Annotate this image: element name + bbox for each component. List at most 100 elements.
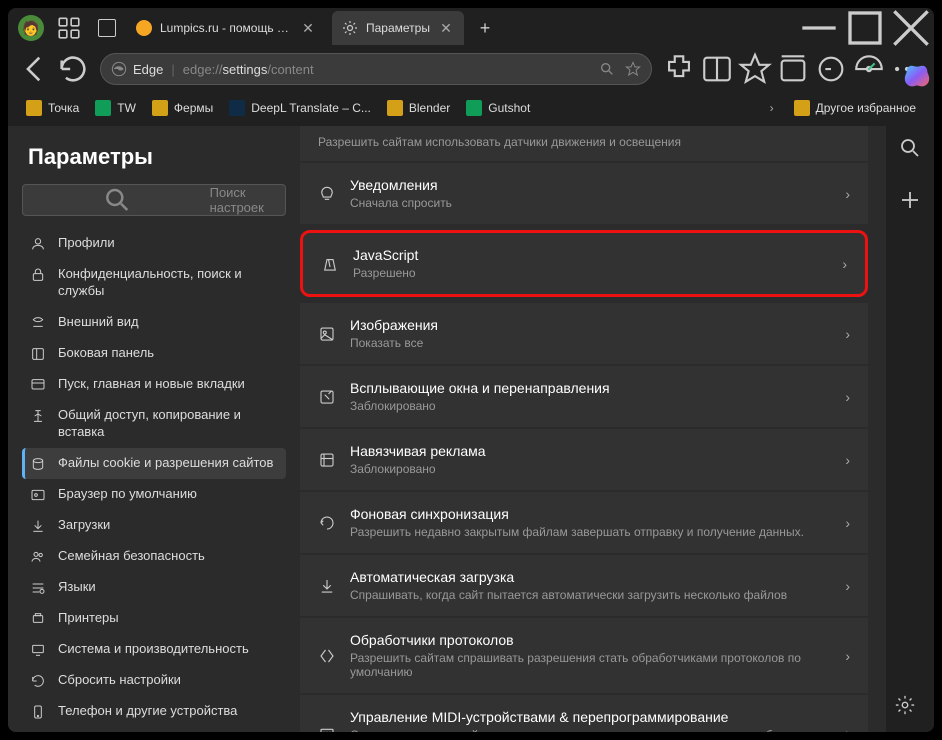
chevron-right-icon: › bbox=[845, 389, 850, 405]
tab-settings[interactable]: Параметры ✕ bbox=[332, 11, 464, 45]
settings-search-input[interactable]: Поиск настроек bbox=[22, 184, 286, 216]
nav-label: Система и производительность bbox=[58, 641, 249, 658]
sidebar-item[interactable]: Загрузки bbox=[22, 510, 286, 541]
nav-label: Браузер по умолчанию bbox=[58, 486, 197, 503]
nav-icon bbox=[30, 456, 46, 472]
setting-icon bbox=[318, 388, 336, 406]
bookmark-item[interactable]: Фермы bbox=[146, 96, 219, 120]
back-button[interactable] bbox=[18, 52, 52, 86]
setting-row[interactable]: Всплывающие окна и перенаправления Заблок… bbox=[300, 366, 868, 427]
address-bar[interactable]: Edge | edge://settings/content bbox=[100, 53, 652, 85]
setting-sub: Спрашивать, когда сайт хочет использоват… bbox=[350, 728, 831, 732]
setting-title: Всплывающие окна и перенаправления bbox=[350, 380, 831, 396]
sidebar-item[interactable]: Общий доступ, копирование и вставка bbox=[22, 400, 286, 448]
bookmarks-overflow[interactable]: › bbox=[760, 97, 784, 119]
tab-label: Параметры bbox=[366, 21, 430, 35]
bookmark-item[interactable]: TW bbox=[89, 96, 142, 120]
settings-main: Разрешить сайтам использовать датчики дв… bbox=[300, 126, 886, 732]
profile-avatar[interactable]: 🧑 bbox=[18, 15, 44, 41]
bookmarks-bar: Точка TW Фермы DeepL Translate – C... Bl… bbox=[8, 90, 934, 126]
nav-icon bbox=[30, 673, 46, 689]
page-title: Параметры bbox=[22, 144, 286, 170]
bookmark-item[interactable]: Gutshot bbox=[460, 96, 536, 120]
sidebar-item[interactable]: Языки bbox=[22, 572, 286, 603]
close-window-button[interactable] bbox=[888, 8, 934, 48]
split-button[interactable] bbox=[700, 52, 734, 86]
maximize-button[interactable] bbox=[842, 8, 888, 48]
setting-title: Изображения bbox=[350, 317, 831, 333]
setting-row[interactable]: Навязчивая рекламаЗаблокировано› bbox=[300, 429, 868, 490]
bookmark-item[interactable]: Точка bbox=[20, 96, 85, 120]
edge-icon: Edge bbox=[111, 61, 163, 77]
sidebar-item[interactable]: Сбросить настройки bbox=[22, 665, 286, 696]
close-icon[interactable]: ✕ bbox=[300, 20, 316, 36]
bookmark-item[interactable]: DeepL Translate – C... bbox=[223, 96, 377, 120]
chevron-right-icon: › bbox=[845, 648, 850, 664]
search-icon[interactable] bbox=[599, 61, 615, 77]
search-rail-icon[interactable] bbox=[898, 136, 922, 160]
star-icon[interactable] bbox=[625, 61, 641, 77]
sidebar-item[interactable]: Файлы cookie и разрешения сайтов bbox=[22, 448, 286, 479]
sidebar-item[interactable]: Конфиденциальность, поиск и службы bbox=[22, 259, 286, 307]
nav-label: Профили bbox=[58, 235, 115, 252]
nav-label: Семейная безопасность bbox=[58, 548, 205, 565]
setting-sub: Заблокировано bbox=[350, 399, 831, 413]
setting-row[interactable]: Автоматическая загрузкаСпрашивать, когда… bbox=[300, 555, 868, 616]
bookmark-item[interactable]: Blender bbox=[381, 96, 456, 120]
extensions-button[interactable] bbox=[662, 52, 696, 86]
sidebar-item[interactable]: Специальные возможности bbox=[22, 727, 286, 732]
setting-title: Управление MIDI-устройствами & перепрогр… bbox=[350, 709, 831, 725]
setting-title: Автоматическая загрузка bbox=[350, 569, 831, 585]
sidebar-item[interactable]: Браузер по умолчанию bbox=[22, 479, 286, 510]
nav-icon bbox=[30, 704, 46, 720]
setting-title: Навязчивая реклама bbox=[350, 443, 831, 459]
sidebar-item[interactable]: Боковая панель bbox=[22, 338, 286, 369]
performance-button[interactable] bbox=[852, 52, 886, 86]
nav-label: Загрузки bbox=[58, 517, 110, 534]
collections-button[interactable] bbox=[776, 52, 810, 86]
add-rail-icon[interactable] bbox=[898, 188, 922, 212]
setting-row[interactable]: Управление MIDI-устройствами & перепрогр… bbox=[300, 695, 868, 732]
tab-label: Lumpics.ru - помощь с компьют bbox=[160, 21, 292, 35]
setting-sub: Разрешить сайтам использовать датчики дв… bbox=[318, 135, 850, 149]
other-bookmarks[interactable]: Другое избранное bbox=[788, 96, 922, 120]
new-tab-button[interactable]: + bbox=[470, 13, 500, 43]
nav-icon bbox=[30, 487, 46, 503]
setting-sub: Сначала спросить bbox=[350, 196, 831, 210]
site-icon bbox=[136, 20, 152, 36]
sidebar-item[interactable]: Внешний вид bbox=[22, 307, 286, 338]
rail-settings-icon[interactable] bbox=[894, 694, 916, 716]
sidebar-item[interactable]: Телефон и другие устройства bbox=[22, 696, 286, 727]
close-icon[interactable]: ✕ bbox=[438, 20, 454, 36]
nav-icon bbox=[30, 549, 46, 565]
chevron-right-icon: › bbox=[842, 256, 847, 272]
setting-row[interactable]: Обработчики протоколовРазрешить сайтам с… bbox=[300, 618, 868, 693]
sidebar-item[interactable]: Профили bbox=[22, 228, 286, 259]
setting-row[interactable]: УведомленияСначала спросить› bbox=[300, 163, 868, 224]
setting-icon bbox=[321, 255, 339, 273]
copilot-icon[interactable] bbox=[902, 62, 932, 92]
history-button[interactable] bbox=[814, 52, 848, 86]
favorites-button[interactable] bbox=[738, 52, 772, 86]
refresh-button[interactable] bbox=[56, 52, 90, 86]
sidebar-item[interactable]: Семейная безопасность bbox=[22, 541, 286, 572]
right-sidebar bbox=[886, 126, 934, 732]
nav-icon bbox=[30, 580, 46, 596]
sidebar-item[interactable]: Система и производительность bbox=[22, 634, 286, 665]
setting-title: Обработчики протоколов bbox=[350, 632, 831, 648]
setting-row[interactable]: Фоновая синхронизацияРазрешить недавно з… bbox=[300, 492, 868, 553]
nav-icon bbox=[30, 346, 46, 362]
vertical-tabs-icon[interactable] bbox=[94, 15, 120, 41]
workspaces-icon[interactable] bbox=[56, 15, 82, 41]
nav-icon bbox=[30, 611, 46, 627]
minimize-button[interactable] bbox=[796, 8, 842, 48]
setting-row[interactable]: Разрешить сайтам использовать датчики дв… bbox=[300, 126, 868, 161]
nav-icon bbox=[30, 377, 46, 393]
sidebar-item[interactable]: Принтеры bbox=[22, 603, 286, 634]
sidebar-item[interactable]: Пуск, главная и новые вкладки bbox=[22, 369, 286, 400]
setting-row[interactable]: JavaScriptРазрешено› bbox=[300, 230, 868, 297]
toolbar: Edge | edge://settings/content bbox=[8, 48, 934, 90]
tab-lumpics[interactable]: Lumpics.ru - помощь с компьют ✕ bbox=[126, 11, 326, 45]
setting-icon bbox=[318, 451, 336, 469]
setting-row[interactable]: ИзображенияПоказать все› bbox=[300, 303, 868, 364]
